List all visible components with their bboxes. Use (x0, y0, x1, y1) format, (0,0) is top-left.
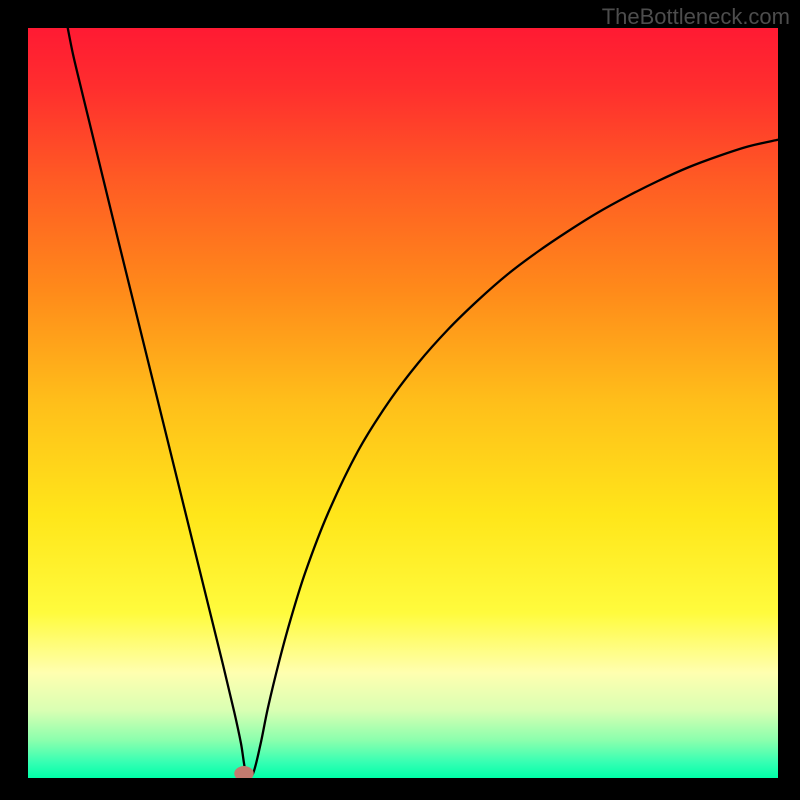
chart-container (28, 28, 778, 778)
chart-background (28, 28, 778, 778)
chart-svg (28, 28, 778, 778)
watermark-text: TheBottleneck.com (602, 4, 790, 30)
